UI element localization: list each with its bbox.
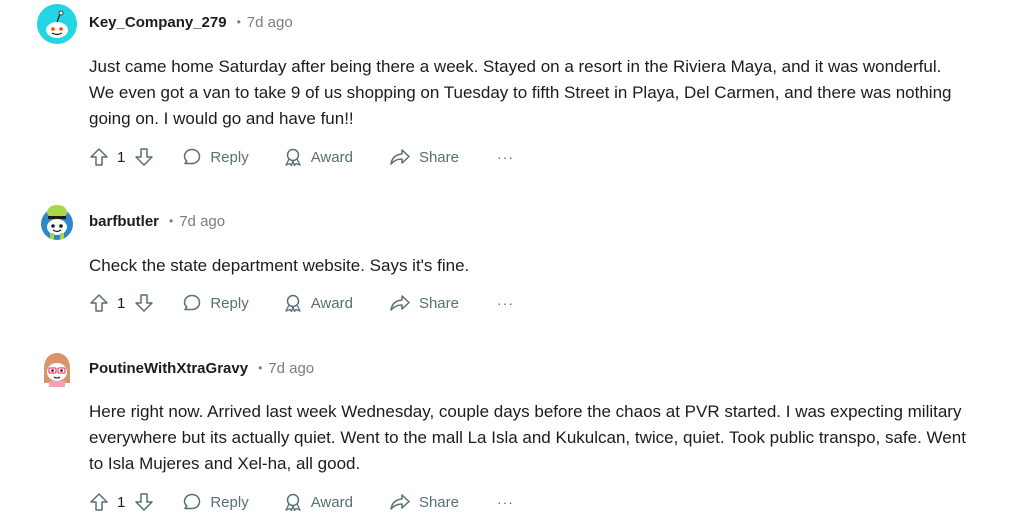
downvote-button[interactable]	[134, 492, 154, 512]
upvote-icon	[90, 493, 108, 511]
award-button[interactable]: Award	[283, 492, 353, 512]
award-icon	[285, 493, 301, 512]
comment-meta: PoutineWithXtraGravy • 7d ago	[89, 358, 314, 378]
separator-dot: •	[258, 361, 263, 375]
reply-bubble-icon	[184, 493, 201, 510]
timestamp[interactable]: 7d ago	[179, 213, 225, 230]
downvote-button[interactable]	[134, 147, 154, 167]
share-label: Share	[418, 493, 459, 511]
downvote-icon	[135, 294, 154, 312]
reply-bubble-icon	[184, 294, 201, 311]
upvote-button[interactable]	[89, 492, 109, 512]
share-button[interactable]: Share	[389, 492, 459, 512]
avatar[interactable]	[37, 202, 77, 242]
comment-body: Just came home Saturday after being ther…	[89, 57, 952, 128]
username[interactable]: PoutineWithXtraGravy	[89, 360, 248, 377]
timestamp[interactable]: 7d ago	[268, 360, 314, 377]
vote-count: 1	[117, 294, 126, 312]
snoo-avatar-icon	[37, 4, 77, 44]
comment-meta: barfbutler • 7d ago	[89, 211, 225, 231]
share-label: Share	[418, 294, 459, 312]
downvote-icon	[135, 493, 154, 511]
comment-actions: 1 Reply Award Share ···	[89, 490, 514, 514]
share-button[interactable]: Share	[389, 293, 459, 313]
comment-meta: Key_Company_279 • 7d ago	[89, 12, 293, 32]
more-options-button[interactable]: ···	[497, 494, 514, 510]
award-label: Award	[310, 493, 353, 511]
award-label: Award	[310, 148, 353, 166]
snoo-avatar-icon	[44, 353, 70, 387]
vote-count: 1	[117, 148, 126, 166]
share-arrow-icon	[390, 149, 410, 165]
award-icon	[285, 148, 301, 167]
avatar[interactable]	[37, 4, 77, 44]
username[interactable]: barfbutler	[89, 213, 159, 230]
snoo-avatar-icon	[41, 205, 73, 240]
downvote-icon	[135, 148, 154, 166]
comment-actions: 1 Reply Award Share ···	[89, 145, 514, 169]
timestamp[interactable]: 7d ago	[247, 14, 293, 31]
award-label: Award	[310, 294, 353, 312]
award-button[interactable]: Award	[283, 147, 353, 167]
award-button[interactable]: Award	[283, 293, 353, 313]
more-options-button[interactable]: ···	[497, 295, 514, 311]
comment-body: Check the state department website. Says…	[89, 256, 470, 275]
share-button[interactable]: Share	[389, 147, 459, 167]
reply-button[interactable]: Reply	[182, 492, 249, 512]
upvote-button[interactable]	[89, 147, 109, 167]
reply-bubble-icon	[184, 148, 201, 165]
vote-count: 1	[117, 493, 126, 511]
share-arrow-icon	[390, 295, 410, 311]
comment-actions: 1 Reply Award Share ···	[89, 291, 514, 315]
username[interactable]: Key_Company_279	[89, 14, 227, 31]
separator-dot: •	[236, 15, 241, 29]
downvote-button[interactable]	[134, 293, 154, 313]
share-arrow-icon	[390, 494, 410, 510]
avatar[interactable]	[37, 349, 77, 389]
reply-label: Reply	[210, 148, 249, 166]
more-options-button[interactable]: ···	[497, 149, 514, 165]
reply-button[interactable]: Reply	[182, 293, 249, 313]
award-icon	[285, 294, 301, 313]
reply-label: Reply	[210, 294, 249, 312]
reply-label: Reply	[210, 493, 249, 511]
upvote-button[interactable]	[89, 293, 109, 313]
upvote-icon	[90, 148, 108, 166]
comment-body: Here right now. Arrived last week Wednes…	[89, 402, 966, 473]
reply-button[interactable]: Reply	[182, 147, 249, 167]
upvote-icon	[90, 294, 108, 312]
share-label: Share	[418, 148, 459, 166]
separator-dot: •	[169, 214, 174, 228]
